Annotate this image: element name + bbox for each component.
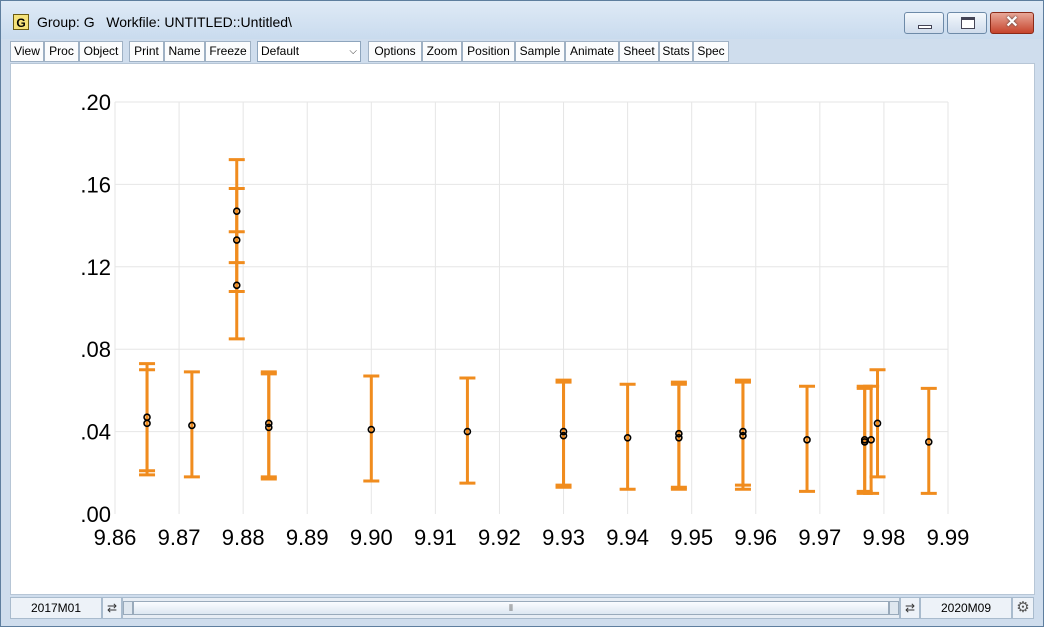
options-button[interactable]: Options	[368, 41, 422, 62]
window-title: Group: G Workfile: UNTITLED::Untitled\	[37, 14, 292, 30]
maximize-icon	[961, 17, 975, 29]
x-tick-label: 9.95	[670, 525, 713, 550]
maximize-button[interactable]	[947, 12, 987, 34]
x-tick-label: 9.91	[414, 525, 457, 550]
x-tick-label: 9.92	[478, 525, 521, 550]
sample-button[interactable]: Sample	[515, 41, 565, 62]
view-button[interactable]: View	[10, 41, 44, 62]
close-icon: ✕	[1005, 14, 1019, 31]
animate-button[interactable]: Animate	[565, 41, 619, 62]
x-tick-label: 9.87	[158, 525, 201, 550]
close-button[interactable]: ✕	[990, 12, 1034, 34]
x-tick-label: 9.94	[606, 525, 649, 550]
x-tick-label: 9.93	[542, 525, 585, 550]
sample-bar: 2017M01 ⇄ ⦀ ⇄ 2020M09 ⚙	[10, 597, 1035, 619]
swap-start-icon[interactable]: ⇄	[102, 597, 122, 619]
zoom-button[interactable]: Zoom	[422, 41, 462, 62]
title-bar[interactable]: G Group: G Workfile: UNTITLED::Untitled\…	[1, 1, 1043, 39]
chevron-down-icon: ⌵	[349, 46, 357, 57]
group-window: G Group: G Workfile: UNTITLED::Untitled\…	[0, 0, 1044, 627]
proc-button[interactable]: Proc	[44, 41, 79, 62]
gear-icon[interactable]: ⚙	[1012, 597, 1034, 619]
graph-template-select[interactable]: Default ⌵	[257, 41, 361, 62]
y-tick-label: .00	[80, 502, 111, 527]
x-tick-label: 9.98	[863, 525, 906, 550]
x-tick-label: 9.88	[222, 525, 265, 550]
sample-end-label: 2020M09	[920, 597, 1012, 619]
print-button[interactable]: Print	[129, 41, 164, 62]
x-tick-label: 9.86	[94, 525, 137, 550]
scroll-left-handle[interactable]	[123, 601, 133, 615]
graph-template-value: Default	[261, 44, 300, 58]
freeze-button[interactable]: Freeze	[205, 41, 251, 62]
y-tick-label: .04	[80, 420, 111, 445]
y-tick-label: .08	[80, 337, 111, 362]
y-tick-label: .12	[80, 255, 111, 280]
graph-area[interactable]: 9.86 9.87 9.88 9.89 9.90 9.91 9.92 9.93 9.94 9.95…	[10, 63, 1035, 595]
scroll-thumb[interactable]: ⦀	[133, 601, 889, 615]
position-button[interactable]: Position	[462, 41, 515, 62]
y-tick-label: .16	[80, 172, 111, 197]
x-tick-label: 9.97	[798, 525, 841, 550]
sample-scrollbar[interactable]: ⦀	[122, 597, 900, 619]
y-tick-label: .20	[80, 90, 111, 115]
name-button[interactable]: Name	[164, 41, 205, 62]
minimize-icon	[918, 25, 932, 29]
scroll-right-handle[interactable]	[889, 601, 899, 615]
x-tick-label: 9.96	[734, 525, 777, 550]
stats-button[interactable]: Stats	[659, 41, 693, 62]
x-tick-label: 9.89	[286, 525, 329, 550]
group-icon: G	[13, 14, 29, 30]
spec-button[interactable]: Spec	[693, 41, 729, 62]
x-tick-label: 9.90	[350, 525, 393, 550]
x-tick-label: 9.99	[927, 525, 970, 550]
error-bar-chart[interactable]: 9.86 9.87 9.88 9.89 9.90 9.91 9.92 9.93 9.94 9.95…	[11, 64, 1034, 594]
sheet-button[interactable]: Sheet	[619, 41, 659, 62]
sample-start-label: 2017M01	[10, 597, 102, 619]
swap-end-icon[interactable]: ⇄	[900, 597, 920, 619]
object-button[interactable]: Object	[79, 41, 123, 62]
minimize-button[interactable]	[904, 12, 944, 34]
